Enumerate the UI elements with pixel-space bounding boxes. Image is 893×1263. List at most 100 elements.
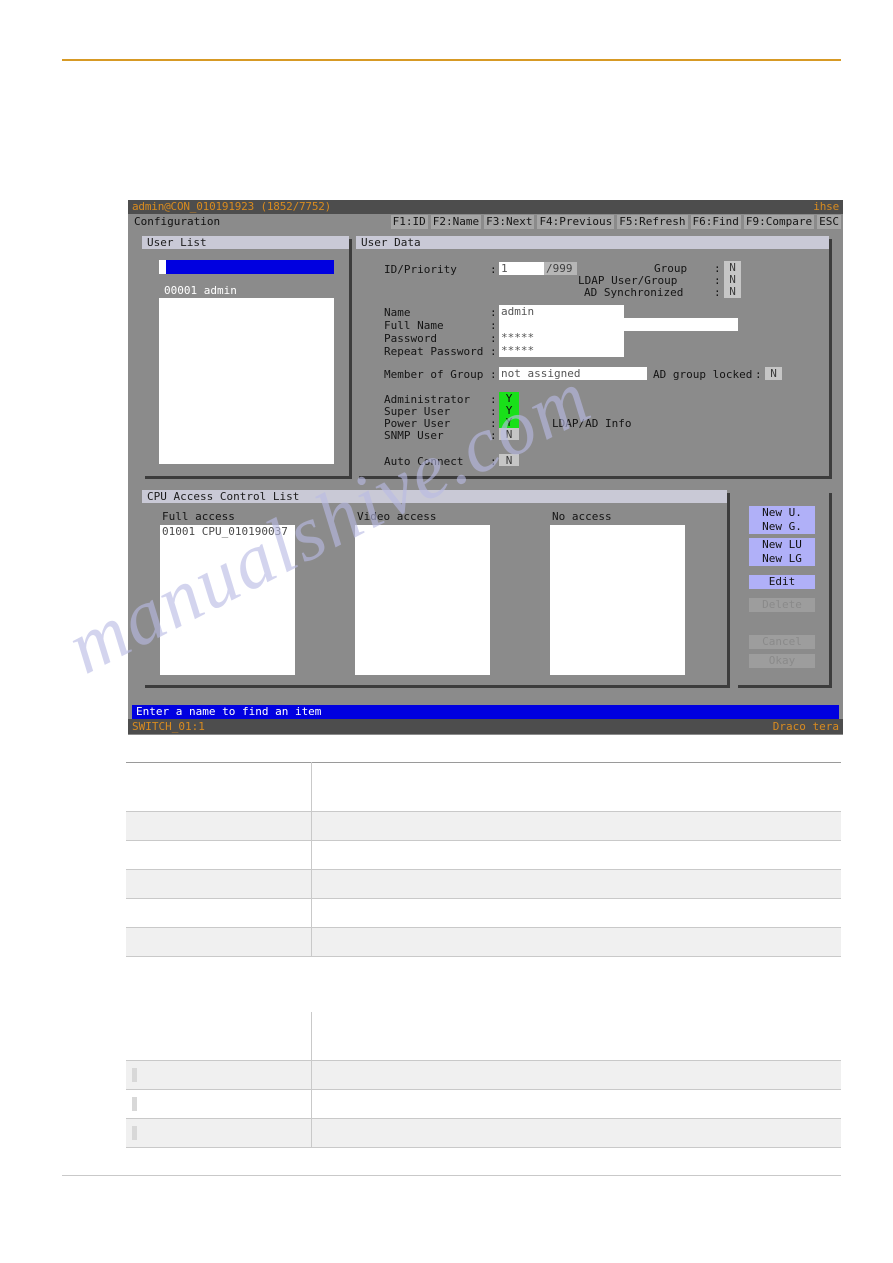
table-cell — [126, 1089, 312, 1119]
row-marker-icon — [132, 1126, 137, 1140]
table-cell — [126, 1012, 312, 1061]
user-data-title: User Data — [356, 236, 829, 249]
full-access-header: Full access — [162, 510, 235, 523]
name-field[interactable]: admin — [499, 305, 624, 318]
hint-bar: Enter a name to find an item — [132, 705, 839, 719]
new-ldap-user-button[interactable]: New LU — [749, 538, 815, 552]
table-row — [126, 898, 841, 928]
id-value-field[interactable]: 1 — [499, 262, 544, 275]
user-search-input[interactable] — [166, 260, 334, 274]
ldap-ad-info-label[interactable]: LDAP/AD Info — [552, 417, 631, 430]
status-device-label: Draco tera — [772, 720, 839, 733]
password-field[interactable]: ***** — [499, 331, 624, 344]
table-cell — [126, 1060, 312, 1090]
list-item[interactable]: 00001 admin — [159, 284, 334, 298]
snmp-user-flag[interactable]: N — [499, 428, 519, 440]
administrator-flag[interactable]: Y — [499, 392, 519, 404]
full-access-listbox[interactable]: 01001 CPU_010190037 — [160, 525, 295, 675]
status-bar: SWITCH_01:1 Draco tera — [128, 719, 843, 734]
table-cell — [126, 811, 312, 841]
no-access-listbox[interactable] — [550, 525, 685, 675]
fkey-f6-find[interactable]: F6:Find — [690, 215, 741, 229]
power-user-flag[interactable]: Y — [499, 416, 519, 428]
table-cell — [311, 1060, 841, 1090]
user-list-title: User List — [142, 236, 349, 249]
table-cell — [311, 1118, 841, 1148]
table-row — [126, 927, 841, 957]
osd-application-window: admin@CON_010191923 (1852/7752) ihse Con… — [128, 200, 843, 735]
cpu-access-control-list-panel: CPU Access Control List Full access 0100… — [142, 490, 727, 685]
table-cell — [311, 762, 841, 812]
table-cell — [311, 898, 841, 928]
action-button-panel: New U. New G. New LU New LG Edit Delete … — [735, 490, 829, 685]
page-bottom-rule — [62, 1175, 841, 1176]
edit-button[interactable]: Edit — [749, 575, 815, 589]
fkey-f2-name[interactable]: F2:Name — [430, 215, 482, 229]
okay-button: Okay — [749, 654, 815, 668]
ad-synchronized-colon: : — [714, 286, 721, 299]
name-label: Name — [384, 306, 411, 319]
password-label: Password — [384, 332, 437, 345]
new-user-button[interactable]: New U. — [749, 506, 815, 520]
ad-group-locked-label: AD group locked — [653, 368, 753, 381]
video-access-header: Video access — [357, 510, 437, 523]
function-key-bar: F1:ID F2:Name F3:Next F4:Previous F5:Ref… — [390, 215, 841, 229]
delete-button: Delete — [749, 598, 815, 612]
table-cell — [126, 927, 312, 957]
list-item[interactable]: 01001 CPU_010190037 — [160, 525, 295, 538]
user-search-field[interactable] — [159, 260, 334, 274]
snmp-user-label: SNMP User — [384, 429, 444, 442]
new-group-button[interactable]: New G. — [749, 520, 815, 534]
user-list-panel: User List 00001 admin — [142, 236, 349, 476]
table-cell — [126, 898, 312, 928]
cancel-button: Cancel — [749, 635, 815, 649]
member-of-group-field[interactable]: not assigned — [499, 367, 647, 380]
new-ldap-group-button[interactable]: New LG — [749, 552, 815, 566]
table-row — [126, 811, 841, 841]
table-cell — [126, 762, 312, 812]
table-cell — [311, 1012, 841, 1061]
table-cell — [311, 927, 841, 957]
super-user-flag[interactable]: Y — [499, 404, 519, 416]
priority-value: /999 — [544, 262, 577, 275]
brand-logo: ihse — [813, 200, 839, 213]
table-cell — [126, 869, 312, 899]
row-marker-icon — [132, 1068, 137, 1082]
ad-synchronized-label: AD Synchronized — [584, 286, 684, 299]
table-row — [126, 1089, 841, 1119]
user-data-panel: User Data ID/Priority : 1 /999 Group : N… — [356, 236, 829, 476]
table-row — [126, 762, 841, 812]
table-row — [126, 1012, 841, 1061]
status-switch-label: SWITCH_01:1 — [132, 720, 205, 733]
table-cell — [311, 811, 841, 841]
auto-connect-flag[interactable]: N — [499, 454, 519, 466]
fkey-f3-next[interactable]: F3:Next — [484, 215, 535, 229]
doc-table-lower — [126, 1012, 841, 1148]
page-top-rule — [62, 59, 841, 61]
page-title: Configuration — [134, 215, 221, 228]
ad-synchronized-flag: N — [724, 285, 741, 298]
password-colon: : — [490, 332, 497, 345]
member-of-group-label: Member of Group — [384, 368, 484, 381]
ad-group-locked-colon: : — [755, 368, 762, 381]
full-name-field[interactable] — [499, 318, 738, 331]
auto-connect-label: Auto Connect — [384, 455, 464, 468]
table-row — [126, 1060, 841, 1090]
fkey-esc[interactable]: ESC — [817, 215, 841, 229]
user-listbox[interactable]: 00001 admin — [159, 284, 334, 464]
fkey-f1-id[interactable]: F1:ID — [390, 215, 428, 229]
repeat-password-label: Repeat Password — [384, 345, 484, 358]
name-colon: : — [490, 306, 497, 319]
video-access-listbox[interactable] — [355, 525, 490, 675]
cpu-acl-title: CPU Access Control List — [142, 490, 727, 503]
snmp-user-colon: : — [490, 429, 497, 442]
repeat-password-field[interactable]: ***** — [499, 344, 624, 357]
osd-titlebar: admin@CON_010191923 (1852/7752) ihse — [128, 200, 843, 214]
id-priority-label: ID/Priority — [384, 263, 457, 276]
table-cell — [126, 840, 312, 870]
fkey-f9-compare[interactable]: F9:Compare — [743, 215, 815, 229]
fkey-f4-previous[interactable]: F4:Previous — [537, 215, 615, 229]
id-priority-colon: : — [490, 263, 497, 276]
fkey-f5-refresh[interactable]: F5:Refresh — [617, 215, 688, 229]
full-name-label: Full Name — [384, 319, 444, 332]
